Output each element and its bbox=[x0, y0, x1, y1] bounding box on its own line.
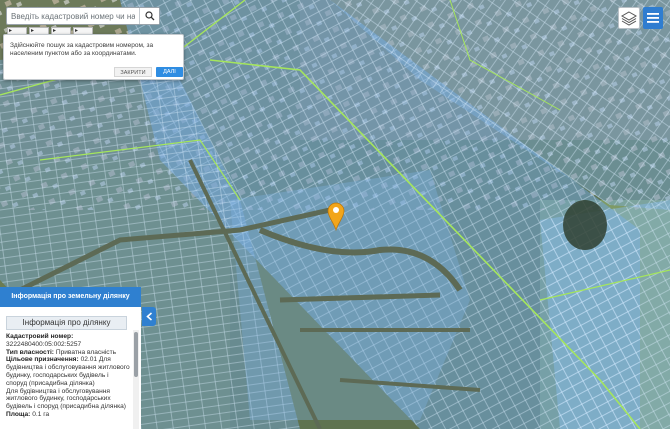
hint-text: Здійснюйте пошук за кадастровим номером,… bbox=[10, 42, 154, 57]
close-hint-button[interactable]: ЗАКРИТИ bbox=[114, 67, 152, 77]
menu-button[interactable] bbox=[643, 7, 663, 29]
ownership-label: Тип власності: bbox=[6, 348, 54, 356]
panel-header: Інформація про земельну ділянку bbox=[0, 287, 141, 307]
menu-icon bbox=[647, 13, 659, 23]
cadastral-label: Кадастровий номер: bbox=[6, 333, 74, 340]
area-label: Площа: bbox=[6, 410, 31, 418]
use-value: Для будівництва і обслуговування житлово… bbox=[6, 387, 126, 411]
land-info-panel: Інформація про земельну ділянку Інформац… bbox=[0, 287, 141, 429]
ownership-value: Приватна власність bbox=[55, 348, 117, 356]
layers-button[interactable] bbox=[618, 7, 640, 29]
next-hint-button[interactable]: ДАЛІ bbox=[156, 67, 183, 77]
panel-scrollbar[interactable] bbox=[133, 330, 139, 429]
area-value: 0.1 га bbox=[32, 410, 50, 418]
search-bar bbox=[6, 7, 160, 25]
search-icon bbox=[144, 11, 154, 21]
layers-icon bbox=[621, 11, 637, 26]
panel-body: Кадастровий номер: 3222480400:05:002:525… bbox=[6, 333, 130, 419]
collapse-panel-button[interactable] bbox=[142, 307, 156, 326]
panel-title: Інформація про ділянку bbox=[6, 316, 127, 330]
search-button[interactable] bbox=[139, 8, 159, 24]
search-input[interactable] bbox=[7, 8, 139, 24]
chevron-left-icon bbox=[145, 312, 152, 321]
purpose-label: Цільове призначення: bbox=[6, 356, 79, 364]
cadastral-value: 3222480400:05:002:5257 bbox=[6, 340, 82, 348]
scrollbar-thumb[interactable] bbox=[134, 332, 138, 377]
search-hint-popup: Здійснюйте пошук за кадастровим номером,… bbox=[3, 34, 184, 80]
